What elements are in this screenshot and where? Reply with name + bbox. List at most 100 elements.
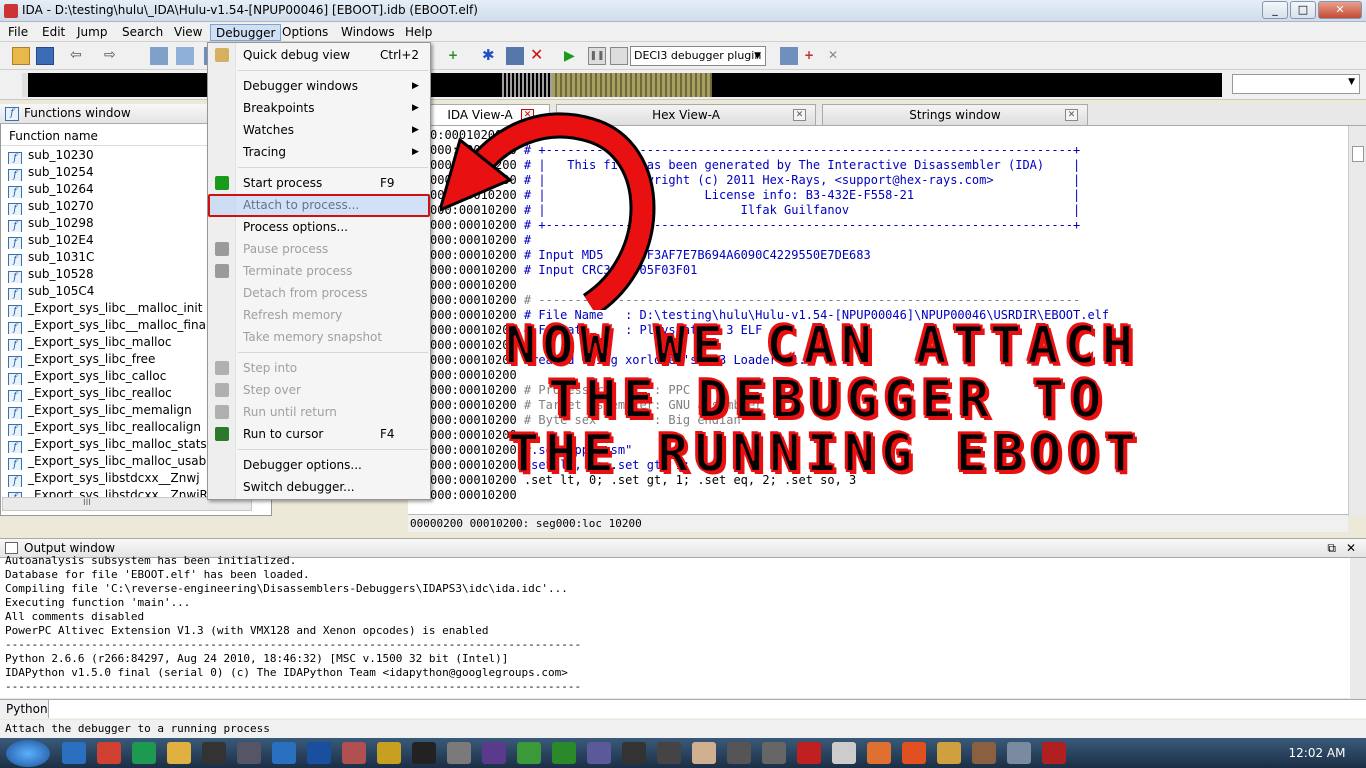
function-row[interactable]: f sub_10528 xyxy=(8,266,208,283)
close-icon[interactable]: ✕ xyxy=(1346,539,1356,558)
menu-item-run-to-cursor[interactable]: Run to cursor F4 xyxy=(208,424,430,444)
navigation-band[interactable] xyxy=(22,73,1222,97)
taskbar-app-icon[interactable] xyxy=(167,742,191,764)
menu-item-watches[interactable]: Watches ▶ xyxy=(208,120,430,140)
edit-icon[interactable] xyxy=(506,47,524,65)
open-file-icon[interactable] xyxy=(12,47,30,65)
taskbar-app-icon[interactable] xyxy=(307,742,331,764)
menu-item-pause-process[interactable]: Pause process xyxy=(208,239,430,259)
menu-item-debugger-options[interactable]: Debugger options... xyxy=(208,455,430,475)
asterisk-icon[interactable]: ✱ xyxy=(482,47,500,65)
tab-strings-window[interactable]: Strings window ✕ xyxy=(822,104,1088,126)
python-input[interactable] xyxy=(48,700,1366,718)
menu-item-breakpoints[interactable]: Breakpoints ▶ xyxy=(208,98,430,118)
menu-options[interactable]: Options xyxy=(277,24,333,41)
start-button[interactable] xyxy=(6,740,50,767)
taskbar-app-icon[interactable] xyxy=(622,742,646,764)
taskbar-app-icon[interactable] xyxy=(587,742,611,764)
taskbar-app-icon[interactable] xyxy=(692,742,716,764)
taskbar-app-icon[interactable] xyxy=(1042,742,1066,764)
menu-file[interactable]: File xyxy=(3,24,33,41)
function-row[interactable]: f sub_10254 xyxy=(8,164,208,181)
function-row[interactable]: f sub_10298 xyxy=(8,215,208,232)
taskbar-app-icon[interactable] xyxy=(342,742,366,764)
back-arrow-icon[interactable]: ⇦ xyxy=(70,47,88,65)
function-row[interactable]: f _Export_sys_libc_malloc_usable_si xyxy=(8,453,208,470)
taskbar-app-icon[interactable] xyxy=(937,742,961,764)
menu-view[interactable]: View xyxy=(169,24,207,41)
delete-icon[interactable]: ✕ xyxy=(530,47,548,65)
stop-icon[interactable] xyxy=(610,47,628,65)
save-icon[interactable] xyxy=(36,47,54,65)
scroll-thumb[interactable] xyxy=(1352,146,1364,162)
function-row[interactable]: f sub_102E4 xyxy=(8,232,208,249)
close-button[interactable]: ✕ xyxy=(1318,1,1362,19)
xrefs-icon[interactable] xyxy=(150,47,168,65)
forward-arrow-icon[interactable]: ⇨ xyxy=(104,47,122,65)
menu-debugger[interactable]: Debugger xyxy=(210,24,282,41)
taskbar-app-icon[interactable] xyxy=(657,742,681,764)
debugger-select[interactable]: DECI3 debugger plugin ▼ xyxy=(630,46,766,66)
taskbar-app-icon[interactable] xyxy=(97,742,121,764)
start-process-icon[interactable]: ▶ xyxy=(564,47,582,65)
function-row[interactable]: f sub_10264 xyxy=(8,181,208,198)
menu-item-terminate-process[interactable]: Terminate process xyxy=(208,261,430,281)
add-segment-icon[interactable]: + xyxy=(448,47,466,65)
function-row[interactable]: f _Export_sys_libc_calloc xyxy=(8,368,208,385)
function-row[interactable]: f sub_105C4 xyxy=(8,283,208,300)
function-row[interactable]: f _Export_sys_libc__malloc_finalize xyxy=(8,317,208,334)
taskbar-app-icon[interactable] xyxy=(762,742,786,764)
taskbar-app-icon[interactable] xyxy=(797,742,821,764)
function-row[interactable]: f sub_10230 xyxy=(8,147,208,164)
function-row[interactable]: f sub_10270 xyxy=(8,198,208,215)
function-row[interactable]: f _Export_sys_libc_malloc_stats xyxy=(8,436,208,453)
taskbar-app-icon[interactable] xyxy=(902,742,926,764)
disasm-line[interactable]: 000:00010200 xyxy=(430,368,517,383)
taskbar-app-icon[interactable] xyxy=(972,742,996,764)
taskbar-app-icon[interactable] xyxy=(412,742,436,764)
menu-item-step-over[interactable]: Step over xyxy=(208,380,430,400)
function-row[interactable]: f _Export_sys_libc_malloc xyxy=(8,334,208,351)
disasm-line[interactable]: 000:00010200 xyxy=(430,488,517,503)
output-scrollbar[interactable] xyxy=(1350,558,1366,698)
minimize-button[interactable]: _ xyxy=(1262,1,1288,19)
menu-item-debugger-windows[interactable]: Debugger windows ▶ xyxy=(208,76,430,96)
breakpoint-delete-icon[interactable]: ✕ xyxy=(828,47,846,65)
taskbar-app-icon[interactable] xyxy=(517,742,541,764)
clock[interactable]: 12:02 AM xyxy=(1288,738,1346,768)
close-icon[interactable]: ✕ xyxy=(793,109,806,121)
taskbar-app-icon[interactable] xyxy=(867,742,891,764)
taskbar-app-icon[interactable] xyxy=(62,742,86,764)
taskbar-app-icon[interactable] xyxy=(272,742,296,764)
function-row[interactable]: f sub_1031C xyxy=(8,249,208,266)
menu-search[interactable]: Search xyxy=(117,24,168,41)
taskbar-app-icon[interactable] xyxy=(552,742,576,764)
pause-icon[interactable]: ❚❚ xyxy=(588,47,606,65)
taskbar-app-icon[interactable] xyxy=(832,742,856,764)
menu-item-step-into[interactable]: Step into xyxy=(208,358,430,378)
taskbar-app-icon[interactable] xyxy=(727,742,751,764)
taskbar-app-icon[interactable] xyxy=(237,742,261,764)
segment-dropdown[interactable]: ▼ xyxy=(1232,74,1360,94)
menu-help[interactable]: Help xyxy=(400,24,437,41)
taskbar-app-icon[interactable] xyxy=(1007,742,1031,764)
menu-item-run-until-return[interactable]: Run until return xyxy=(208,402,430,422)
function-row[interactable]: f _Export_sys_libc_realloc xyxy=(8,385,208,402)
restore-icon[interactable]: ⧉ xyxy=(1327,539,1336,558)
menu-item-process-options[interactable]: Process options... xyxy=(208,217,430,237)
python-label[interactable]: Python xyxy=(6,702,48,716)
menu-windows[interactable]: Windows xyxy=(336,24,400,41)
function-row[interactable]: f _Export_sys_libc_free xyxy=(8,351,208,368)
function-row[interactable]: f _Export_sys_libc_reallocalign xyxy=(8,419,208,436)
function-row[interactable]: f _Export_sys_libc__malloc_init xyxy=(8,300,208,317)
vertical-scrollbar[interactable] xyxy=(1348,126,1366,516)
menu-edit[interactable]: Edit xyxy=(37,24,70,41)
disasm-line[interactable]: 000:00010200 xyxy=(430,338,517,353)
taskbar-app-icon[interactable] xyxy=(482,742,506,764)
menu-jump[interactable]: Jump xyxy=(72,24,112,41)
menu-item-take-memory-snapshot[interactable]: Take memory snapshot xyxy=(208,327,430,347)
menu-item-switch-debugger[interactable]: Switch debugger... xyxy=(208,477,430,497)
menu-item-detach-from-process[interactable]: Detach from process xyxy=(208,283,430,303)
debugger-windows-icon[interactable] xyxy=(780,47,798,65)
menu-item-quick-debug-view[interactable]: Quick debug view Ctrl+2 xyxy=(208,45,430,65)
